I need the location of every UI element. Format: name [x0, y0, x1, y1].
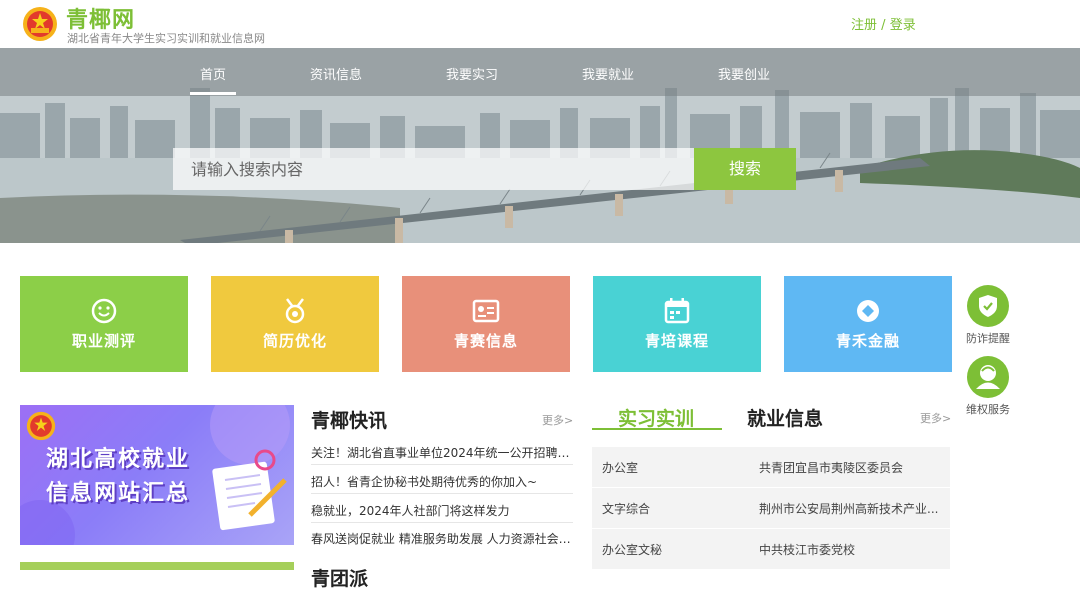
nav-news[interactable]: 资讯信息 — [310, 64, 362, 83]
divider — [311, 522, 573, 523]
tab-internship[interactable]: 实习实训 — [618, 404, 694, 431]
active-tab-indicator — [592, 428, 722, 430]
secondary-banner[interactable] — [20, 562, 294, 570]
job-role: 办公室 — [602, 461, 639, 475]
tile-career-assessment[interactable]: 职业测评 — [20, 276, 188, 372]
login-link[interactable]: 登录 — [890, 18, 916, 33]
promo-banner[interactable]: 湖北高校就业 信息网站汇总 — [20, 405, 294, 545]
job-org: 中共枝江市委党校 — [759, 543, 856, 557]
nav-internship[interactable]: 我要实习 — [446, 64, 498, 83]
tab-employment[interactable]: 就业信息 — [747, 404, 823, 431]
search-button[interactable]: 搜索 — [694, 148, 796, 190]
register-link[interactable]: 注册 — [851, 18, 877, 33]
calendar-icon — [664, 298, 690, 324]
league-emblem-logo[interactable] — [22, 6, 58, 42]
news-more-link[interactable]: 更多> — [542, 412, 573, 428]
job-role: 文字综合 — [602, 502, 651, 516]
league-emblem-icon — [26, 411, 56, 441]
banner-line2: 信息网站汇总 — [46, 481, 191, 506]
search-input[interactable] — [173, 148, 695, 190]
job-org: 荆州市公安局荆州高新技术产业... — [759, 502, 939, 516]
tile-resume-optimize[interactable]: 简历优化 — [211, 276, 379, 372]
rights-service-label: 维权服务 — [966, 403, 1010, 416]
tile-finance[interactable]: 青禾金融 — [784, 276, 952, 372]
id-card-icon — [472, 299, 500, 323]
job-row[interactable]: 文字综合 荆州市公安局荆州高新技术产业... — [592, 488, 950, 528]
news-section-title: 青椰快讯 — [311, 410, 388, 432]
tile-label: 青禾金融 — [835, 332, 900, 350]
medal-icon — [285, 298, 305, 324]
search-box — [173, 148, 695, 190]
tile-competition-info[interactable]: 青赛信息 — [402, 276, 570, 372]
smiley-icon — [91, 298, 117, 324]
tile-label: 职业测评 — [71, 332, 136, 350]
divider — [311, 493, 573, 494]
nav-employment[interactable]: 我要就业 — [582, 64, 634, 83]
auth-separator: / — [881, 18, 886, 33]
shield-icon — [967, 285, 1009, 327]
fraud-alert-button[interactable]: 防诈提醒 — [960, 285, 1016, 346]
fraud-alert-label: 防诈提醒 — [966, 332, 1010, 345]
tile-label: 简历优化 — [262, 332, 327, 350]
person-support-icon — [967, 356, 1009, 398]
site-subtitle: 湖北省青年大学生实习实训和就业信息网 — [67, 32, 265, 45]
news-item[interactable]: 稳就业，2024年人社部门将这样发力 — [311, 502, 573, 519]
rights-service-button[interactable]: 维权服务 — [960, 356, 1016, 417]
auth-links: 注册 / 登录 — [851, 14, 916, 33]
news-item[interactable]: 春风送岗促就业 精准服务助发展 人力资源社会保... — [311, 530, 573, 547]
nav-active-indicator — [190, 92, 236, 95]
tile-label: 青培课程 — [644, 332, 709, 350]
news-item[interactable]: 招人！省青企协秘书处期待优秀的你加入~ — [311, 473, 573, 490]
job-org: 共青团宜昌市夷陵区委员会 — [759, 461, 904, 475]
tile-training-courses[interactable]: 青培课程 — [593, 276, 761, 372]
hero-banner: 首页 资讯信息 我要实习 我要就业 我要创业 搜索 — [0, 48, 1080, 243]
main-nav: 首页 资讯信息 我要实习 我要就业 我要创业 — [0, 48, 1080, 96]
nav-home[interactable]: 首页 — [200, 64, 226, 83]
job-row[interactable]: 办公室文秘 中共枝江市委党校 — [592, 529, 950, 569]
job-row[interactable]: 办公室 共青团宜昌市夷陵区委员会 — [592, 447, 950, 487]
header: 青椰网 湖北省青年大学生实习实训和就业信息网 注册 / 登录 — [0, 0, 1080, 48]
jobs-more-link[interactable]: 更多> — [920, 410, 951, 426]
diamond-icon — [857, 300, 879, 322]
banner-line1: 湖北高校就业 — [46, 447, 191, 472]
divider — [311, 464, 573, 465]
next-section-title: 青团派 — [311, 568, 369, 590]
job-role: 办公室文秘 — [602, 543, 663, 557]
news-item[interactable]: 关注！湖北省直事业单位2024年统一公开招聘120... — [311, 444, 573, 461]
tile-label: 青赛信息 — [453, 332, 518, 350]
nav-startup[interactable]: 我要创业 — [718, 64, 770, 83]
